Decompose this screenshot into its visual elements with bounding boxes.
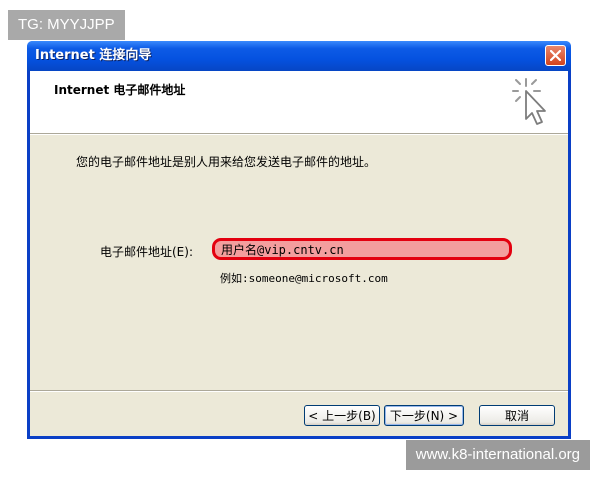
dialog-client-area: Internet 电子邮件地址 您的电子邮件地址是别人用来给您发送电子邮件的地址…: [30, 71, 568, 436]
email-example-text: 例如:someone@microsoft.com: [220, 272, 388, 285]
window-title: Internet 连接向导: [35, 48, 152, 63]
title-bar[interactable]: Internet 连接向导: [27, 41, 571, 71]
footer-separator: [30, 390, 568, 392]
watermark-bottom-right: www.k8-international.org: [405, 440, 590, 470]
header-separator: [30, 133, 568, 135]
back-button[interactable]: < 上一步(B): [304, 405, 380, 426]
next-button[interactable]: 下一步(N) >: [384, 405, 464, 426]
wizard-window: Internet 连接向导 Internet 电子邮件地址 您的电子邮件地址是别…: [27, 41, 571, 439]
watermark-top-left: TG: MYYJJPP: [8, 10, 125, 40]
wizard-cursor-icon: [512, 78, 546, 125]
description-text: 您的电子邮件地址是别人用来给您发送电子邮件的地址。: [76, 155, 377, 169]
cancel-button[interactable]: 取消: [479, 405, 555, 426]
wizard-header: Internet 电子邮件地址: [30, 71, 568, 133]
close-icon: [550, 50, 561, 61]
email-field[interactable]: [212, 238, 512, 260]
close-button[interactable]: [545, 45, 566, 66]
page-title: Internet 电子邮件地址: [54, 83, 186, 97]
email-field-label: 电子邮件地址(E):: [100, 245, 193, 259]
